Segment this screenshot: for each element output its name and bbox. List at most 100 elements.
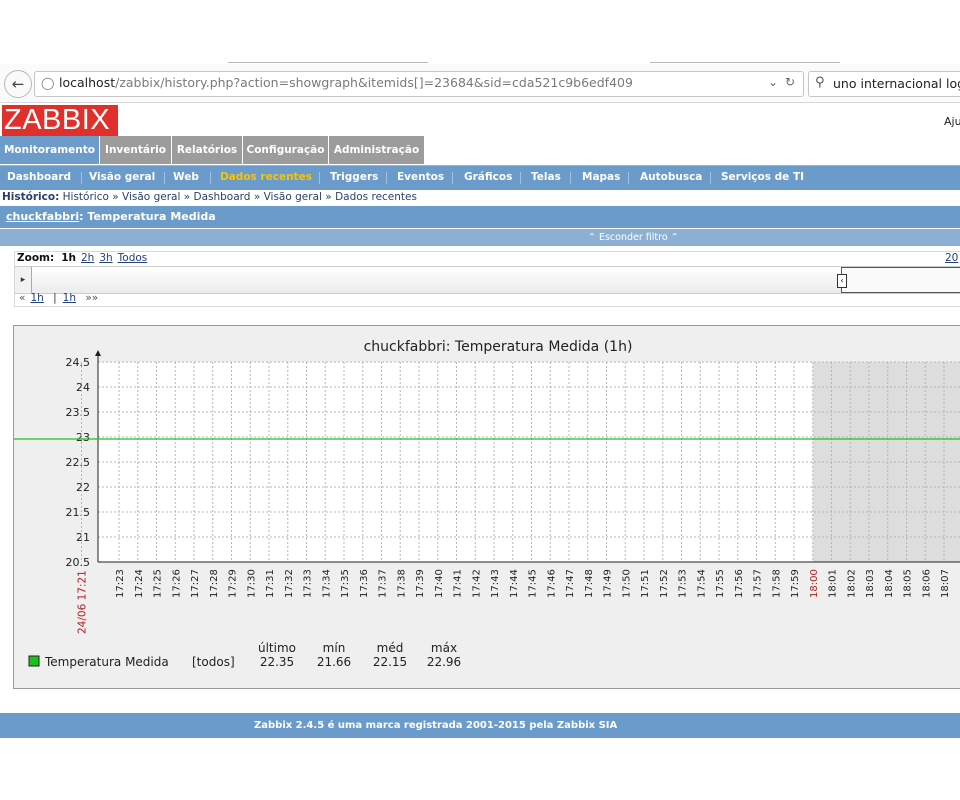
zoom-2h[interactable]: 2h xyxy=(81,252,94,264)
filter-toggle-label[interactable]: ⌃ Esconder filtro ⌃ xyxy=(588,229,679,246)
x-tick-label: 17:57 xyxy=(753,569,764,598)
x-tick-label: 17:36 xyxy=(359,569,370,598)
sub-menu-eventos[interactable]: Eventos xyxy=(397,166,444,190)
footer: Zabbix 2.4.5 é uma marca registrada 2001… xyxy=(0,713,960,738)
x-tick-label: 17:28 xyxy=(209,569,220,598)
x-tick-label: 17:56 xyxy=(734,569,745,598)
x-tick-label: 17:37 xyxy=(378,569,389,598)
history-item[interactable]: Visão geral xyxy=(264,191,322,203)
x-tick-label: 18:07 xyxy=(940,569,951,598)
zoom-panel: Zoom: 1h 2h 3h Todos 20 ▸ ‹ « 1h | 1h »» xyxy=(14,251,960,307)
browser-tab-strip xyxy=(0,56,960,64)
x-tick-label: 17:27 xyxy=(190,569,201,598)
scroll-grip-icon[interactable]: ‹ xyxy=(837,274,847,288)
globe-icon: ◯ xyxy=(41,76,55,90)
x-tick-label: 17:45 xyxy=(528,569,539,598)
x-tick-label: 17:55 xyxy=(715,569,726,598)
nav-back-1h[interactable]: 1h xyxy=(30,292,43,304)
x-tick-label: 17:30 xyxy=(246,569,257,598)
x-tick-label: 17:49 xyxy=(603,569,614,598)
legend-func: [todos] xyxy=(192,655,235,669)
y-tick-label: 24 xyxy=(76,381,90,394)
breadcrumb-separator: » xyxy=(112,191,119,203)
legend-value-max: 22.96 xyxy=(427,655,461,669)
zabbix-logo[interactable]: ZABBIX xyxy=(2,105,118,136)
legend-header-max: máx xyxy=(431,641,457,655)
x-tick-label: 17:29 xyxy=(228,569,239,598)
reload-icon[interactable]: ↻ xyxy=(785,75,795,89)
history-item[interactable]: Visão geral xyxy=(122,191,180,203)
sub-menu-triggers[interactable]: Triggers xyxy=(330,166,378,190)
zoom-todos[interactable]: Todos xyxy=(118,252,148,264)
zoom-3h[interactable]: 3h xyxy=(99,252,112,264)
sub-menu-web[interactable]: Web xyxy=(173,166,199,190)
history-label: Histórico: xyxy=(2,191,60,203)
sub-menu-telas[interactable]: Telas xyxy=(531,166,561,190)
zoom-label: Zoom: xyxy=(17,252,55,264)
nav-back-icon[interactable]: « xyxy=(19,292,25,304)
zoom-current: 1h xyxy=(61,252,76,264)
x-tick-label: 18:02 xyxy=(846,569,857,598)
y-tick-label: 22.5 xyxy=(66,456,91,469)
legend-header-med: méd xyxy=(377,641,404,655)
x-tick-label: 17:23 xyxy=(115,569,126,598)
x-tick-label: 17:24 xyxy=(134,569,145,598)
main-menu: Monitoramento Inventário Relatórios Conf… xyxy=(0,136,960,164)
x-tick-label: 18:06 xyxy=(921,569,932,598)
scroll-thumb[interactable]: ‹ xyxy=(837,267,960,293)
history-item[interactable]: Dashboard xyxy=(194,191,251,203)
y-tick-label: 23 xyxy=(76,431,90,444)
x-tick-label: 17:54 xyxy=(696,569,707,598)
chevron-down-icon[interactable]: ⌄ xyxy=(768,75,778,89)
main-menu-configuracao[interactable]: Configuração xyxy=(243,136,329,164)
legend-value-med: 22.15 xyxy=(373,655,407,669)
sub-menu-autobusca[interactable]: Autobusca xyxy=(640,166,702,190)
main-menu-relatorios[interactable]: Relatórios xyxy=(172,136,243,164)
sub-menu-servicos-ti[interactable]: Serviços de TI xyxy=(721,166,804,190)
history-item[interactable]: Histórico xyxy=(63,191,109,203)
scroll-left-handle[interactable]: ▸ xyxy=(15,267,32,293)
item-title: : Temperatura Medida xyxy=(79,210,216,223)
x-tick-label: 17:50 xyxy=(621,569,632,598)
y-tick-label: 21 xyxy=(76,531,90,544)
main-menu-inventario[interactable]: Inventário xyxy=(100,136,172,164)
sub-menu-mapas[interactable]: Mapas xyxy=(582,166,620,190)
legend-header-min: mín xyxy=(323,641,346,655)
x-tick-label: 17:26 xyxy=(171,569,182,598)
y-axis-arrow-icon xyxy=(95,350,101,356)
x-tick-label: 18:05 xyxy=(903,569,914,598)
back-arrow-icon[interactable]: ← xyxy=(4,70,32,98)
nav-fwd-1h[interactable]: 1h xyxy=(63,292,76,304)
x-tick-label: 17:31 xyxy=(265,569,276,598)
date-link[interactable]: 20 xyxy=(945,252,958,264)
history-item[interactable]: Dados recentes xyxy=(335,191,417,203)
footer-text: Zabbix 2.4.5 é uma marca registrada 2001… xyxy=(254,720,618,731)
graph-panel: chuckfabbri: Temperatura Medida (1h) 20.… xyxy=(13,325,960,689)
main-menu-monitoramento[interactable]: Monitoramento xyxy=(0,136,100,164)
search-bar[interactable]: ⚲ uno internacional log xyxy=(808,71,960,97)
x-tick-label: 17:46 xyxy=(546,569,557,598)
browser-navbar: ← ◯ localhost/zabbix/history.php?action=… xyxy=(0,64,960,103)
x-tick-label: 17:52 xyxy=(659,569,670,598)
legend: último mín méd máx Temperatura Medida [t… xyxy=(28,641,461,669)
time-scrollbar[interactable]: ▸ ‹ xyxy=(15,266,960,294)
legend-value-ultimo: 22.35 xyxy=(260,655,294,669)
x-tick-label: 17:41 xyxy=(453,569,464,598)
sub-menu-visao-geral[interactable]: Visão geral xyxy=(89,166,155,190)
legend-value-min: 21.66 xyxy=(317,655,351,669)
x-tick-label: 17:34 xyxy=(321,569,332,598)
sub-menu: Dashboard Visão geral Web Dados recentes… xyxy=(0,165,960,190)
help-link[interactable]: Aju xyxy=(944,115,960,128)
host-link[interactable]: chuckfabbri xyxy=(6,210,79,223)
sub-menu-graficos[interactable]: Gráficos xyxy=(464,166,512,190)
main-menu-administracao[interactable]: Administração xyxy=(329,136,425,164)
sub-menu-dados-recentes[interactable]: Dados recentes xyxy=(220,166,312,190)
filter-toggle-bar[interactable]: ⌃ Esconder filtro ⌃ xyxy=(0,229,960,246)
x-tick-label: 17:38 xyxy=(396,569,407,598)
y-tick-label: 23.5 xyxy=(66,406,91,419)
sub-menu-dashboard[interactable]: Dashboard xyxy=(7,166,71,190)
x-tick-label: 17:39 xyxy=(415,569,426,598)
url-bar[interactable]: ◯ localhost/zabbix/history.php?action=sh… xyxy=(34,71,804,97)
x-tick-label: 17:44 xyxy=(509,569,520,598)
nav-forward-icon[interactable]: »» xyxy=(85,292,98,304)
